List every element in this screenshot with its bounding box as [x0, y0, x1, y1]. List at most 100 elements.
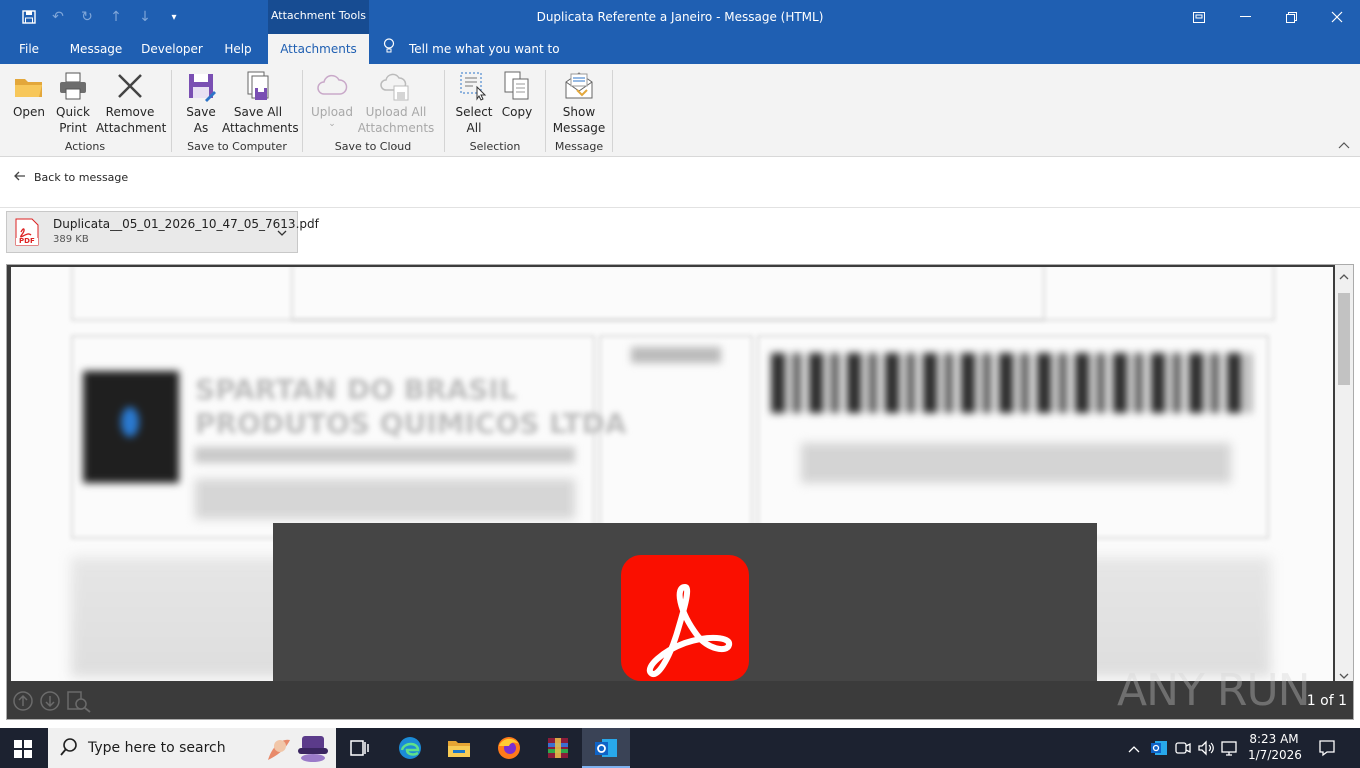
upload-label: Upload	[310, 105, 354, 119]
open-button[interactable]: Open	[8, 70, 50, 120]
open-label: Open	[12, 105, 46, 119]
taskbar-search[interactable]: Type here to search	[48, 728, 336, 768]
tab-message[interactable]: Message	[64, 34, 128, 64]
quick-print-label-2: Print	[59, 121, 87, 135]
windows-start-icon[interactable]	[14, 740, 32, 761]
firefox-icon[interactable]	[497, 736, 521, 760]
upload-all-label-1: Upload All	[365, 105, 427, 119]
save-as-icon	[185, 70, 217, 102]
tab-help[interactable]: Help	[216, 34, 260, 64]
title-bar: ↶ ↻ ↑ ↓ ▾ Attachment Tools Duplicata Ref…	[0, 0, 1360, 34]
page-indicator: 1 of 1	[1306, 693, 1347, 709]
select-all-button[interactable]: Select All	[452, 70, 496, 136]
ribbon: Open Quick Print Remove Attachment Actio…	[0, 64, 1360, 157]
redo-icon[interactable]: ↻	[78, 8, 96, 26]
file-explorer-icon[interactable]	[447, 736, 471, 760]
save-all-attachments-button[interactable]: Save All Attachments	[222, 70, 299, 136]
search-icon	[60, 738, 78, 759]
group-label-save-to-cloud: Save to Cloud	[334, 140, 412, 153]
speaker-icon[interactable]	[1197, 739, 1215, 760]
copy-button[interactable]: Copy	[498, 70, 536, 120]
task-view-icon[interactable]	[348, 736, 372, 760]
close-icon[interactable]	[1314, 0, 1360, 34]
remove-attachment-label-1: Remove	[105, 105, 155, 119]
scrollbar-thumb[interactable]	[1338, 293, 1350, 385]
outlook-taskbar-button[interactable]	[582, 728, 630, 768]
group-label-actions: Actions	[64, 140, 106, 153]
preview-scrollbar[interactable]	[1335, 265, 1353, 681]
blurred-contact	[195, 479, 575, 519]
printer-icon	[57, 70, 89, 102]
folder-icon	[13, 70, 45, 102]
company-name-line-1: SPARTAN DO BRASIL	[195, 373, 517, 406]
company-name-line-2: PRODUTOS QUIMICOS LTDA	[195, 407, 627, 440]
minimize-icon[interactable]	[1222, 0, 1268, 34]
context-tab-attachment-tools: Attachment Tools	[268, 0, 369, 34]
show-message-label-1: Show	[562, 105, 596, 119]
barcode	[771, 353, 1251, 413]
group-separator	[444, 70, 445, 152]
tell-me-search[interactable]: Tell me what you want to do	[383, 34, 573, 86]
collapse-ribbon-icon[interactable]	[1338, 138, 1352, 152]
undo-icon[interactable]: ↶	[49, 8, 67, 26]
zoom-search-icon[interactable]	[67, 691, 91, 716]
group-separator	[612, 70, 613, 152]
back-arrow-icon	[14, 170, 26, 184]
pdf-page: SPARTAN DO BRASIL PRODUTOS QUIMICOS LTDA	[11, 267, 1333, 681]
acrobat-splash	[273, 523, 1097, 681]
quick-print-button[interactable]: Quick Print	[52, 70, 94, 136]
search-placeholder: Type here to search	[88, 740, 226, 756]
outlook-tray-icon[interactable]	[1150, 739, 1168, 760]
group-separator	[171, 70, 172, 152]
group-label-selection: Selection	[469, 140, 521, 153]
company-logo	[83, 371, 179, 483]
upload-button[interactable]: Upload ⌄	[310, 70, 354, 129]
upload-dropdown-icon: ⌄	[328, 119, 336, 129]
show-message-icon	[563, 70, 595, 102]
tray-overflow-icon[interactable]	[1128, 742, 1140, 756]
up-arrow-icon[interactable]: ↑	[107, 8, 125, 26]
select-all-label-2: All	[466, 121, 482, 135]
attachment-preview: SPARTAN DO BRASIL PRODUTOS QUIMICOS LTDA	[6, 264, 1354, 720]
restore-icon[interactable]	[1268, 0, 1314, 34]
pdf-file-icon: PDF	[15, 218, 39, 246]
clock[interactable]: 8:23 AM 1/7/2026	[1248, 731, 1302, 763]
winrar-icon[interactable]	[546, 736, 570, 760]
ribbon-tabs: File Message Developer Help Attachments …	[0, 34, 1360, 86]
save-as-label-1: Save	[186, 105, 216, 119]
next-page-icon[interactable]	[40, 691, 60, 714]
save-icon[interactable]	[20, 8, 38, 26]
chevron-down-icon[interactable]	[277, 226, 287, 240]
blurred-label	[631, 347, 721, 363]
cloud-upload-all-icon	[380, 70, 412, 102]
tab-file[interactable]: File	[8, 34, 50, 64]
save-all-icon	[242, 70, 274, 102]
network-icon[interactable]	[1221, 739, 1239, 760]
clock-time: 8:23 AM	[1249, 732, 1299, 746]
acrobat-logo-icon	[621, 555, 749, 681]
back-to-message-label: Back to message	[34, 170, 129, 184]
remove-attachment-button[interactable]: Remove Attachment	[96, 70, 166, 136]
back-to-message-link[interactable]: Back to message	[14, 168, 128, 186]
down-arrow-icon[interactable]: ↓	[136, 8, 154, 26]
group-separator	[302, 70, 303, 152]
group-label-save-to-computer: Save to Computer	[187, 140, 287, 153]
scroll-up-icon[interactable]	[1339, 269, 1349, 283]
show-message-button[interactable]: Show Message	[552, 70, 606, 136]
tab-attachments[interactable]: Attachments	[268, 34, 369, 64]
save-as-button[interactable]: Save As	[180, 70, 222, 136]
blurred-address	[195, 447, 575, 463]
edge-browser-icon[interactable]	[398, 736, 422, 760]
save-as-label-2: As	[193, 121, 209, 135]
notifications-icon[interactable]	[1318, 739, 1336, 760]
tab-developer[interactable]: Developer	[138, 34, 206, 64]
previous-page-icon[interactable]	[13, 691, 33, 714]
search-highlight-icon	[260, 732, 334, 764]
meet-now-icon[interactable]	[1174, 739, 1192, 760]
attachment-chip[interactable]: PDF Duplicata__05_01_2026_10_47_05_7613.…	[6, 211, 319, 253]
copy-label: Copy	[501, 105, 533, 119]
back-row: Back to message	[0, 157, 1360, 208]
pdf-icon-label: PDF	[19, 237, 35, 245]
ribbon-display-icon[interactable]	[1176, 0, 1222, 34]
customize-qat-icon[interactable]: ▾	[165, 8, 183, 26]
